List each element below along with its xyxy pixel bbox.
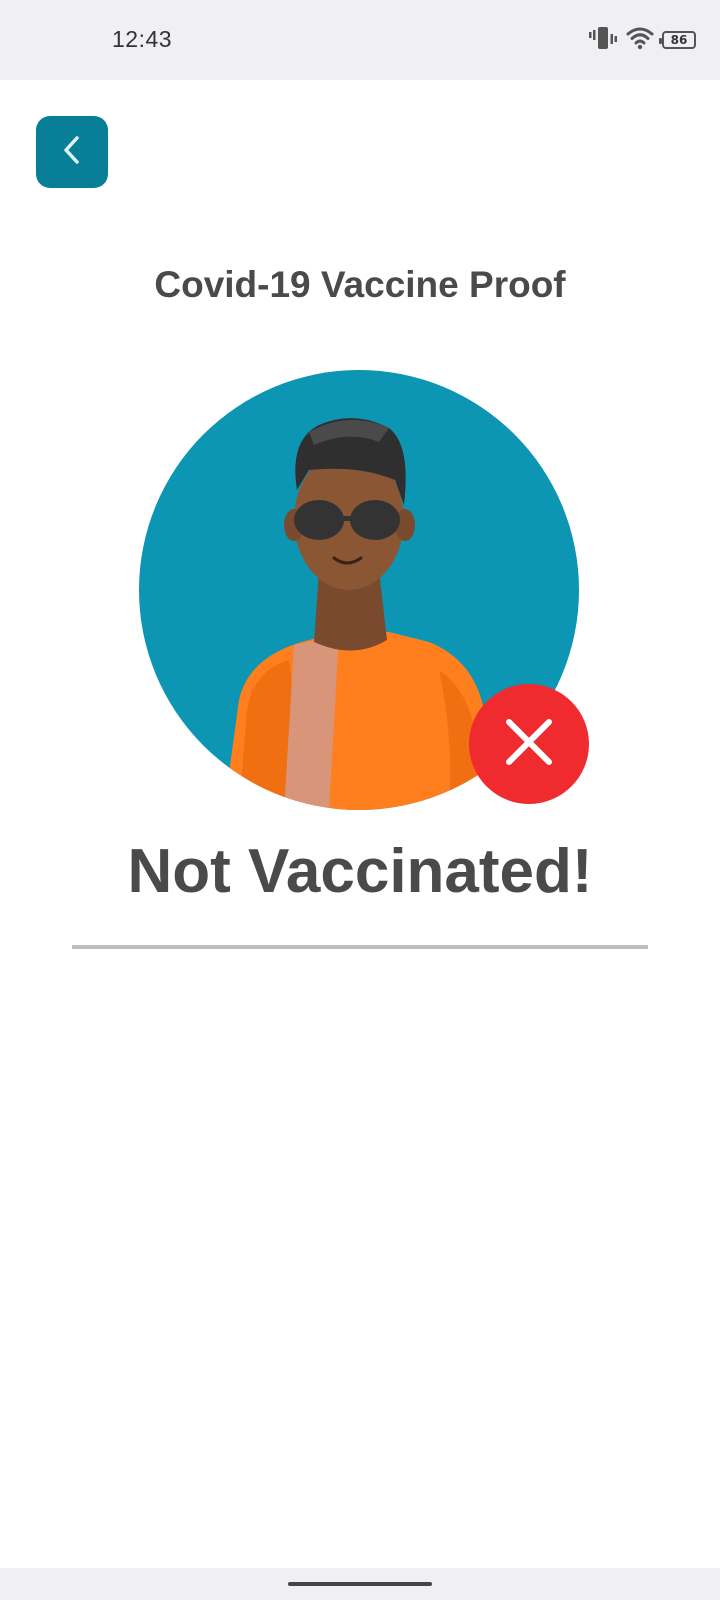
back-button[interactable] bbox=[36, 116, 108, 188]
status-icons: 86 bbox=[588, 26, 696, 54]
not-vaccinated-badge bbox=[469, 684, 589, 804]
wifi-icon bbox=[626, 26, 654, 55]
status-time: 12:43 bbox=[112, 26, 173, 52]
status-bar: 12:43 86 bbox=[0, 0, 720, 80]
battery-level: 86 bbox=[670, 33, 688, 47]
chevron-left-icon bbox=[56, 130, 88, 175]
battery-icon: 86 bbox=[659, 31, 696, 49]
vaccination-status-text: Not Vaccinated! bbox=[127, 837, 593, 906]
divider bbox=[72, 945, 648, 949]
system-nav-bar bbox=[0, 1568, 720, 1600]
close-icon bbox=[499, 712, 559, 777]
page-title: Covid-19 Vaccine Proof bbox=[154, 264, 566, 305]
vaccine-proof-screen: 12:43 86 Covid-19 Vaccine Proof Not Vacc… bbox=[0, 0, 720, 1600]
vibrate-icon bbox=[588, 25, 618, 56]
home-indicator[interactable] bbox=[288, 1582, 432, 1586]
